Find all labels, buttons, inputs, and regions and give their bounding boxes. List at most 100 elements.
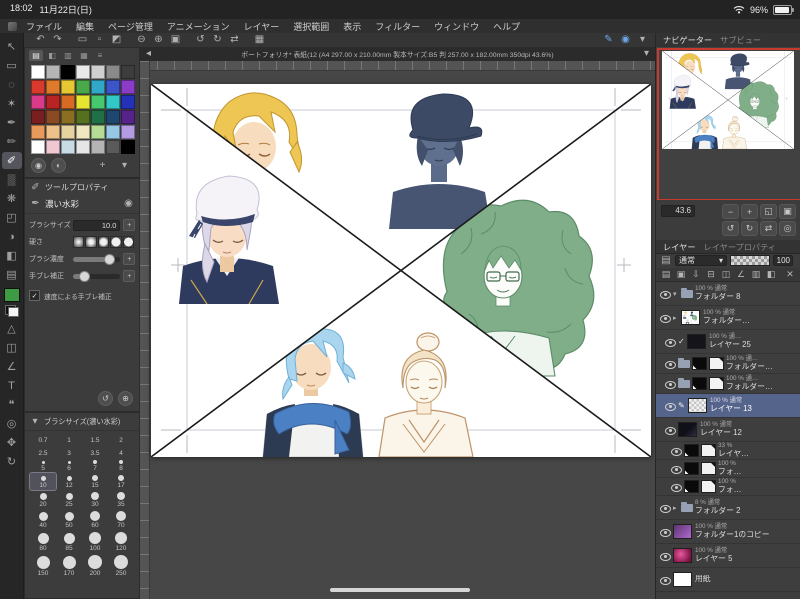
- hardness-step-2[interactable]: [85, 236, 97, 248]
- brush-size-option[interactable]: 70: [108, 509, 134, 530]
- menu-file[interactable]: ファイル: [26, 20, 62, 33]
- brush-size-option[interactable]: 60: [82, 509, 108, 530]
- density-add-button[interactable]: +: [123, 253, 135, 265]
- color-menu-tab-icon[interactable]: ≡: [93, 50, 107, 61]
- subview-tab[interactable]: サブビュー: [720, 34, 761, 46]
- color-swatch[interactable]: [106, 95, 120, 109]
- menu-view[interactable]: 表示: [343, 20, 361, 33]
- color-wheel-icon[interactable]: ◉: [31, 158, 46, 173]
- delete-layer-icon[interactable]: ✕: [783, 269, 797, 281]
- speed-stabilize-checkbox[interactable]: ✓: [29, 290, 40, 301]
- layer-visibility-icon[interactable]: [664, 359, 676, 369]
- color-swatch[interactable]: [106, 110, 120, 124]
- toolbar-chevron-icon[interactable]: ▾: [634, 34, 651, 47]
- frame-tool-icon[interactable]: ◫: [2, 339, 22, 356]
- color-slider-tab-icon[interactable]: ▥: [61, 50, 75, 61]
- pencil-tool-icon[interactable]: ✏: [2, 133, 22, 150]
- deselect-icon[interactable]: ▫: [91, 34, 108, 47]
- fit-screen-icon[interactable]: ▣: [167, 34, 184, 47]
- menu-selection[interactable]: 選択範囲: [293, 20, 329, 33]
- subtool-lock-icon[interactable]: ◉: [123, 197, 134, 210]
- redo-icon[interactable]: ↷: [49, 34, 66, 47]
- color-swatch[interactable]: [46, 65, 60, 79]
- eyedropper-tool-icon[interactable]: ◎: [2, 415, 22, 432]
- color-swatch[interactable]: [76, 110, 90, 124]
- brush-size-option[interactable]: 3.5: [82, 445, 108, 458]
- color-wheel-tab-icon[interactable]: ◧: [45, 50, 59, 61]
- menu-page-manage[interactable]: ページ管理: [108, 20, 153, 33]
- brush-size-option[interactable]: 100: [82, 530, 108, 553]
- layer-row[interactable]: 100 % フォ…: [656, 478, 800, 496]
- brush-size-option[interactable]: 1: [56, 432, 82, 445]
- nav-zoom-out-button[interactable]: −: [722, 204, 739, 219]
- color-swatch[interactable]: [31, 110, 45, 124]
- move-tool-icon[interactable]: ↖: [2, 38, 22, 55]
- rotate-canvas-tool-icon[interactable]: ↻: [2, 453, 22, 470]
- layer-visibility-icon[interactable]: [664, 379, 676, 389]
- color-swatch[interactable]: [61, 80, 75, 94]
- color-history-tab-icon[interactable]: ▦: [77, 50, 91, 61]
- density-slider[interactable]: [72, 253, 121, 265]
- rotate-right-icon[interactable]: ↻: [209, 34, 226, 47]
- brush-size-option-selected[interactable]: 10: [29, 472, 57, 491]
- color-swatch[interactable]: [91, 140, 105, 154]
- color-swatch[interactable]: [91, 95, 105, 109]
- color-swatch[interactable]: [121, 110, 135, 124]
- brush-size-slider[interactable]: 10.0: [72, 219, 121, 231]
- folder-expand-icon[interactable]: ▸: [673, 504, 681, 512]
- brush-size-option[interactable]: 5: [30, 458, 56, 473]
- layer-row-selected[interactable]: ✎ 100 % 通常 レイヤー 13: [656, 394, 800, 418]
- layer-visibility-icon[interactable]: [659, 527, 671, 537]
- color-swatch[interactable]: [76, 65, 90, 79]
- onion-skin-icon[interactable]: ▥: [749, 269, 763, 281]
- zoom-in-icon[interactable]: ⊕: [150, 34, 167, 47]
- layer-row[interactable]: ✓ 100 % 通… レイヤー 25: [656, 330, 800, 354]
- menu-layer[interactable]: レイヤー: [244, 20, 280, 33]
- layer-check-icon[interactable]: ✓: [678, 337, 687, 346]
- color-swatch[interactable]: [31, 95, 45, 109]
- nav-actual-size-button[interactable]: ▣: [779, 204, 796, 219]
- brush-size-option[interactable]: 2.5: [30, 445, 56, 458]
- layer-visibility-icon[interactable]: [664, 425, 676, 435]
- menu-help[interactable]: ヘルプ: [493, 20, 520, 33]
- color-swatch[interactable]: [121, 65, 135, 79]
- color-swatch[interactable]: [61, 140, 75, 154]
- color-swatch[interactable]: [91, 125, 105, 139]
- lasso-tool-icon[interactable]: ◌: [2, 76, 22, 93]
- layer-visibility-icon[interactable]: [659, 313, 671, 323]
- main-sub-color-chip[interactable]: [4, 305, 19, 317]
- color-swatch[interactable]: [31, 65, 45, 79]
- color-swatch[interactable]: [46, 110, 60, 124]
- layer-visibility-icon[interactable]: [664, 401, 676, 411]
- layer-visibility-icon[interactable]: [664, 337, 676, 347]
- layer-row[interactable]: 100 % 通常 フォルダー1のコピー: [656, 520, 800, 544]
- color-swatch[interactable]: [31, 80, 45, 94]
- blend-mode-select[interactable]: 通常 ▾: [675, 255, 727, 266]
- color-swatch[interactable]: [121, 140, 135, 154]
- menu-filter[interactable]: フィルター: [375, 20, 420, 33]
- brush-size-option[interactable]: 20: [30, 490, 56, 509]
- layer-opacity-slider[interactable]: [730, 255, 770, 266]
- brush-size-option[interactable]: 8: [108, 458, 134, 473]
- brush-size-option[interactable]: 85: [56, 530, 82, 553]
- undo-icon[interactable]: ↶: [32, 34, 49, 47]
- blend-tool-icon[interactable]: ◑: [2, 228, 22, 245]
- nav-zoom-in-button[interactable]: +: [741, 204, 758, 219]
- marquee-tool-icon[interactable]: ▭: [2, 57, 22, 74]
- layer-tab[interactable]: レイヤー: [663, 241, 696, 253]
- color-swatch[interactable]: [91, 65, 105, 79]
- palette-menu-icon[interactable]: ▾: [116, 159, 133, 172]
- color-swatch[interactable]: [121, 80, 135, 94]
- brush-size-option[interactable]: 3: [56, 445, 82, 458]
- layer-visibility-icon[interactable]: [659, 575, 671, 585]
- layer-row[interactable]: 100 % 通… フォルダー…: [656, 354, 800, 374]
- invert-selection-icon[interactable]: ◩: [108, 34, 125, 47]
- brush-size-option[interactable]: 1.5: [82, 432, 108, 445]
- brush-size-option[interactable]: 50: [56, 509, 82, 530]
- text-tool-icon[interactable]: T: [2, 377, 22, 394]
- brush-size-add-button[interactable]: +: [123, 219, 135, 231]
- color-swatch[interactable]: [46, 140, 60, 154]
- layer-row[interactable]: 100 % 通… フォルダー…: [656, 374, 800, 394]
- stabilize-add-button[interactable]: +: [123, 270, 135, 282]
- hardness-step-5[interactable]: [122, 236, 135, 248]
